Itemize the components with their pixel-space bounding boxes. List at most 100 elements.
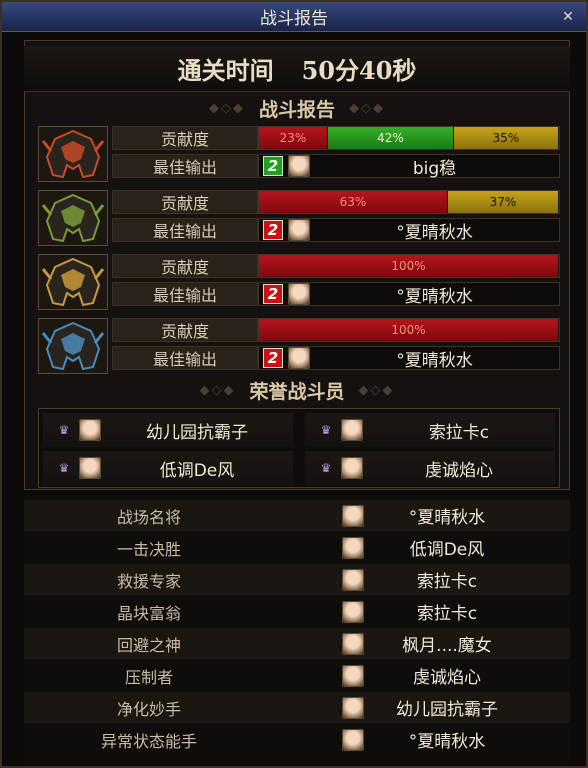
award-row[interactable]: 回避之神 枫月....魔女 xyxy=(24,628,570,659)
award-title: 回避之神 xyxy=(116,635,181,655)
best-player-name: °夏晴秋水 xyxy=(396,286,473,307)
award-title: 晶块富翁 xyxy=(116,603,181,623)
award-title: 净化妙手 xyxy=(116,699,181,719)
best-output[interactable]: 2 big稳 xyxy=(258,154,560,179)
award-player-name: 索拉卡c xyxy=(416,604,478,624)
team-row: 贡献度 63% 37% 最佳输出 2 °夏晴秋水 xyxy=(38,190,560,246)
battle-report-header: ◆◇◆ 战斗报告 ◆◇◆ xyxy=(24,94,570,122)
honor-member[interactable]: ♛ 索拉卡c xyxy=(305,413,555,447)
avatar xyxy=(342,696,364,719)
award-player-name: 虔诚焰心 xyxy=(413,668,481,688)
avatar xyxy=(79,419,101,441)
award-player-name: °夏晴秋水 xyxy=(408,732,486,752)
award-row[interactable]: 救援专家 索拉卡c xyxy=(24,564,570,595)
battle-report-window: 战斗报告 ✕ 通关时间 50分40秒 ◆◇◆ 战斗报告 ◆◇◆ 贡献度 23% 42… xyxy=(0,0,588,768)
avatar xyxy=(288,283,310,305)
honor-member-name: 低调De风 xyxy=(159,460,235,481)
contribution-segment: 100% xyxy=(259,319,559,341)
contribution-segment: 23% xyxy=(259,127,328,149)
avatar xyxy=(341,457,363,479)
contribution-segment: 63% xyxy=(259,191,448,213)
contribution-segment: 100% xyxy=(259,255,559,277)
ornament-left-icon: ◆◇◆ xyxy=(199,382,236,398)
avatar xyxy=(288,155,310,177)
award-title: 压制者 xyxy=(124,667,173,687)
clear-time-value: 50分40秒 xyxy=(301,56,417,85)
contribution-segment: 42% xyxy=(328,127,454,149)
award-list: 战场名将 °夏晴秋水 一击决胜 低调De风 救援专家 索拉卡c 晶块富翁 索拉卡c 回避… xyxy=(24,496,570,764)
award-title: 战场名将 xyxy=(116,507,181,527)
crown-icon: ♛ xyxy=(58,461,70,475)
crown-icon: ♛ xyxy=(58,423,70,437)
avatar xyxy=(342,664,364,687)
honor-member[interactable]: ♛ 幼儿园抗霸子 xyxy=(43,413,293,447)
award-row[interactable]: 异常状态能手 °夏晴秋水 xyxy=(24,724,570,755)
team-row: 贡献度 100% 最佳输出 2 °夏晴秋水 xyxy=(38,254,560,310)
contribution-segment: 35% xyxy=(454,127,559,149)
avatar xyxy=(288,219,310,241)
best-output[interactable]: 2 °夏晴秋水 xyxy=(258,282,560,307)
contribution-label: 贡献度 xyxy=(112,318,258,342)
avatar xyxy=(341,419,363,441)
best-output[interactable]: 2 °夏晴秋水 xyxy=(258,218,560,243)
award-player-name: 低调De风 xyxy=(409,540,485,560)
award-row[interactable]: 一击决胜 低调De风 xyxy=(24,532,570,563)
battle-report-heading: 战斗报告 xyxy=(258,98,335,121)
contribution-bar: 63% 37% xyxy=(258,190,560,214)
award-player-name: 枫月....魔女 xyxy=(402,636,492,656)
honor-heading: 荣誉战斗员 xyxy=(249,380,345,403)
avatar xyxy=(342,568,364,591)
best-player-name: °夏晴秋水 xyxy=(396,222,473,243)
ornament-right-icon: ◆◇◆ xyxy=(349,100,385,116)
best-output-label: 最佳输出 xyxy=(112,346,258,370)
award-player-name: 索拉卡c xyxy=(416,572,478,592)
best-output[interactable]: 2 °夏晴秋水 xyxy=(258,346,560,371)
best-player-name: °夏晴秋水 xyxy=(396,350,473,371)
blue-helmet-icon xyxy=(38,318,108,374)
honor-member[interactable]: ♛ 虔诚焰心 xyxy=(305,451,555,485)
window-title: 战斗报告 xyxy=(260,9,328,29)
title-bar[interactable]: 战斗报告 ✕ xyxy=(2,2,586,32)
award-row[interactable]: 压制者 虔诚焰心 xyxy=(24,660,570,691)
honor-member-name: 幼儿园抗霸子 xyxy=(146,422,248,443)
award-row[interactable]: 晶块富翁 索拉卡c xyxy=(24,596,570,627)
best-output-label: 最佳输出 xyxy=(112,218,258,242)
best-output-label: 最佳输出 xyxy=(112,154,258,178)
contribution-segment: 37% xyxy=(448,191,559,213)
award-row[interactable]: 净化妙手 幼儿园抗霸子 xyxy=(24,692,570,723)
rank-badge-icon: 2 xyxy=(263,156,283,176)
award-player-name: °夏晴秋水 xyxy=(408,508,486,528)
ornament-left-icon: ◆◇◆ xyxy=(208,100,245,116)
contribution-label: 贡献度 xyxy=(112,126,258,150)
award-title: 救援专家 xyxy=(116,571,181,591)
red-helmet-icon xyxy=(38,126,108,182)
gold-helmet-icon xyxy=(38,254,108,310)
contribution-bar: 100% xyxy=(258,318,560,342)
avatar xyxy=(342,600,364,623)
award-row[interactable]: 战场名将 °夏晴秋水 xyxy=(24,500,570,531)
award-title: 一击决胜 xyxy=(116,539,181,559)
contribution-label: 贡献度 xyxy=(112,254,258,278)
honor-header: ◆◇◆ 荣誉战斗员 ◆◇◆ xyxy=(24,376,570,404)
avatar xyxy=(288,347,310,369)
close-icon[interactable]: ✕ xyxy=(558,7,578,27)
honor-member-name: 索拉卡c xyxy=(428,422,490,443)
best-output-label: 最佳输出 xyxy=(112,282,258,306)
crown-icon: ♛ xyxy=(320,423,332,437)
contribution-label: 贡献度 xyxy=(112,190,258,214)
avatar xyxy=(342,632,364,655)
clear-time: 通关时间 50分40秒 xyxy=(24,46,570,92)
ornament-right-icon: ◆◇◆ xyxy=(358,382,395,398)
avatar xyxy=(342,728,364,751)
honor-member[interactable]: ♛ 低调De风 xyxy=(43,451,293,485)
avatar xyxy=(79,457,101,479)
best-player-name: big稳 xyxy=(412,158,457,179)
clear-time-label: 通关时间 xyxy=(177,56,274,85)
contribution-bar: 23% 42% 35% xyxy=(258,126,560,150)
contribution-bar: 100% xyxy=(258,254,560,278)
crown-icon: ♛ xyxy=(320,461,332,475)
team-row: 贡献度 23% 42% 35% 最佳输出 2 big稳 xyxy=(38,126,560,182)
award-title: 异常状态能手 xyxy=(100,731,197,751)
rank-badge-icon: 2 xyxy=(263,220,283,240)
avatar xyxy=(342,536,364,559)
